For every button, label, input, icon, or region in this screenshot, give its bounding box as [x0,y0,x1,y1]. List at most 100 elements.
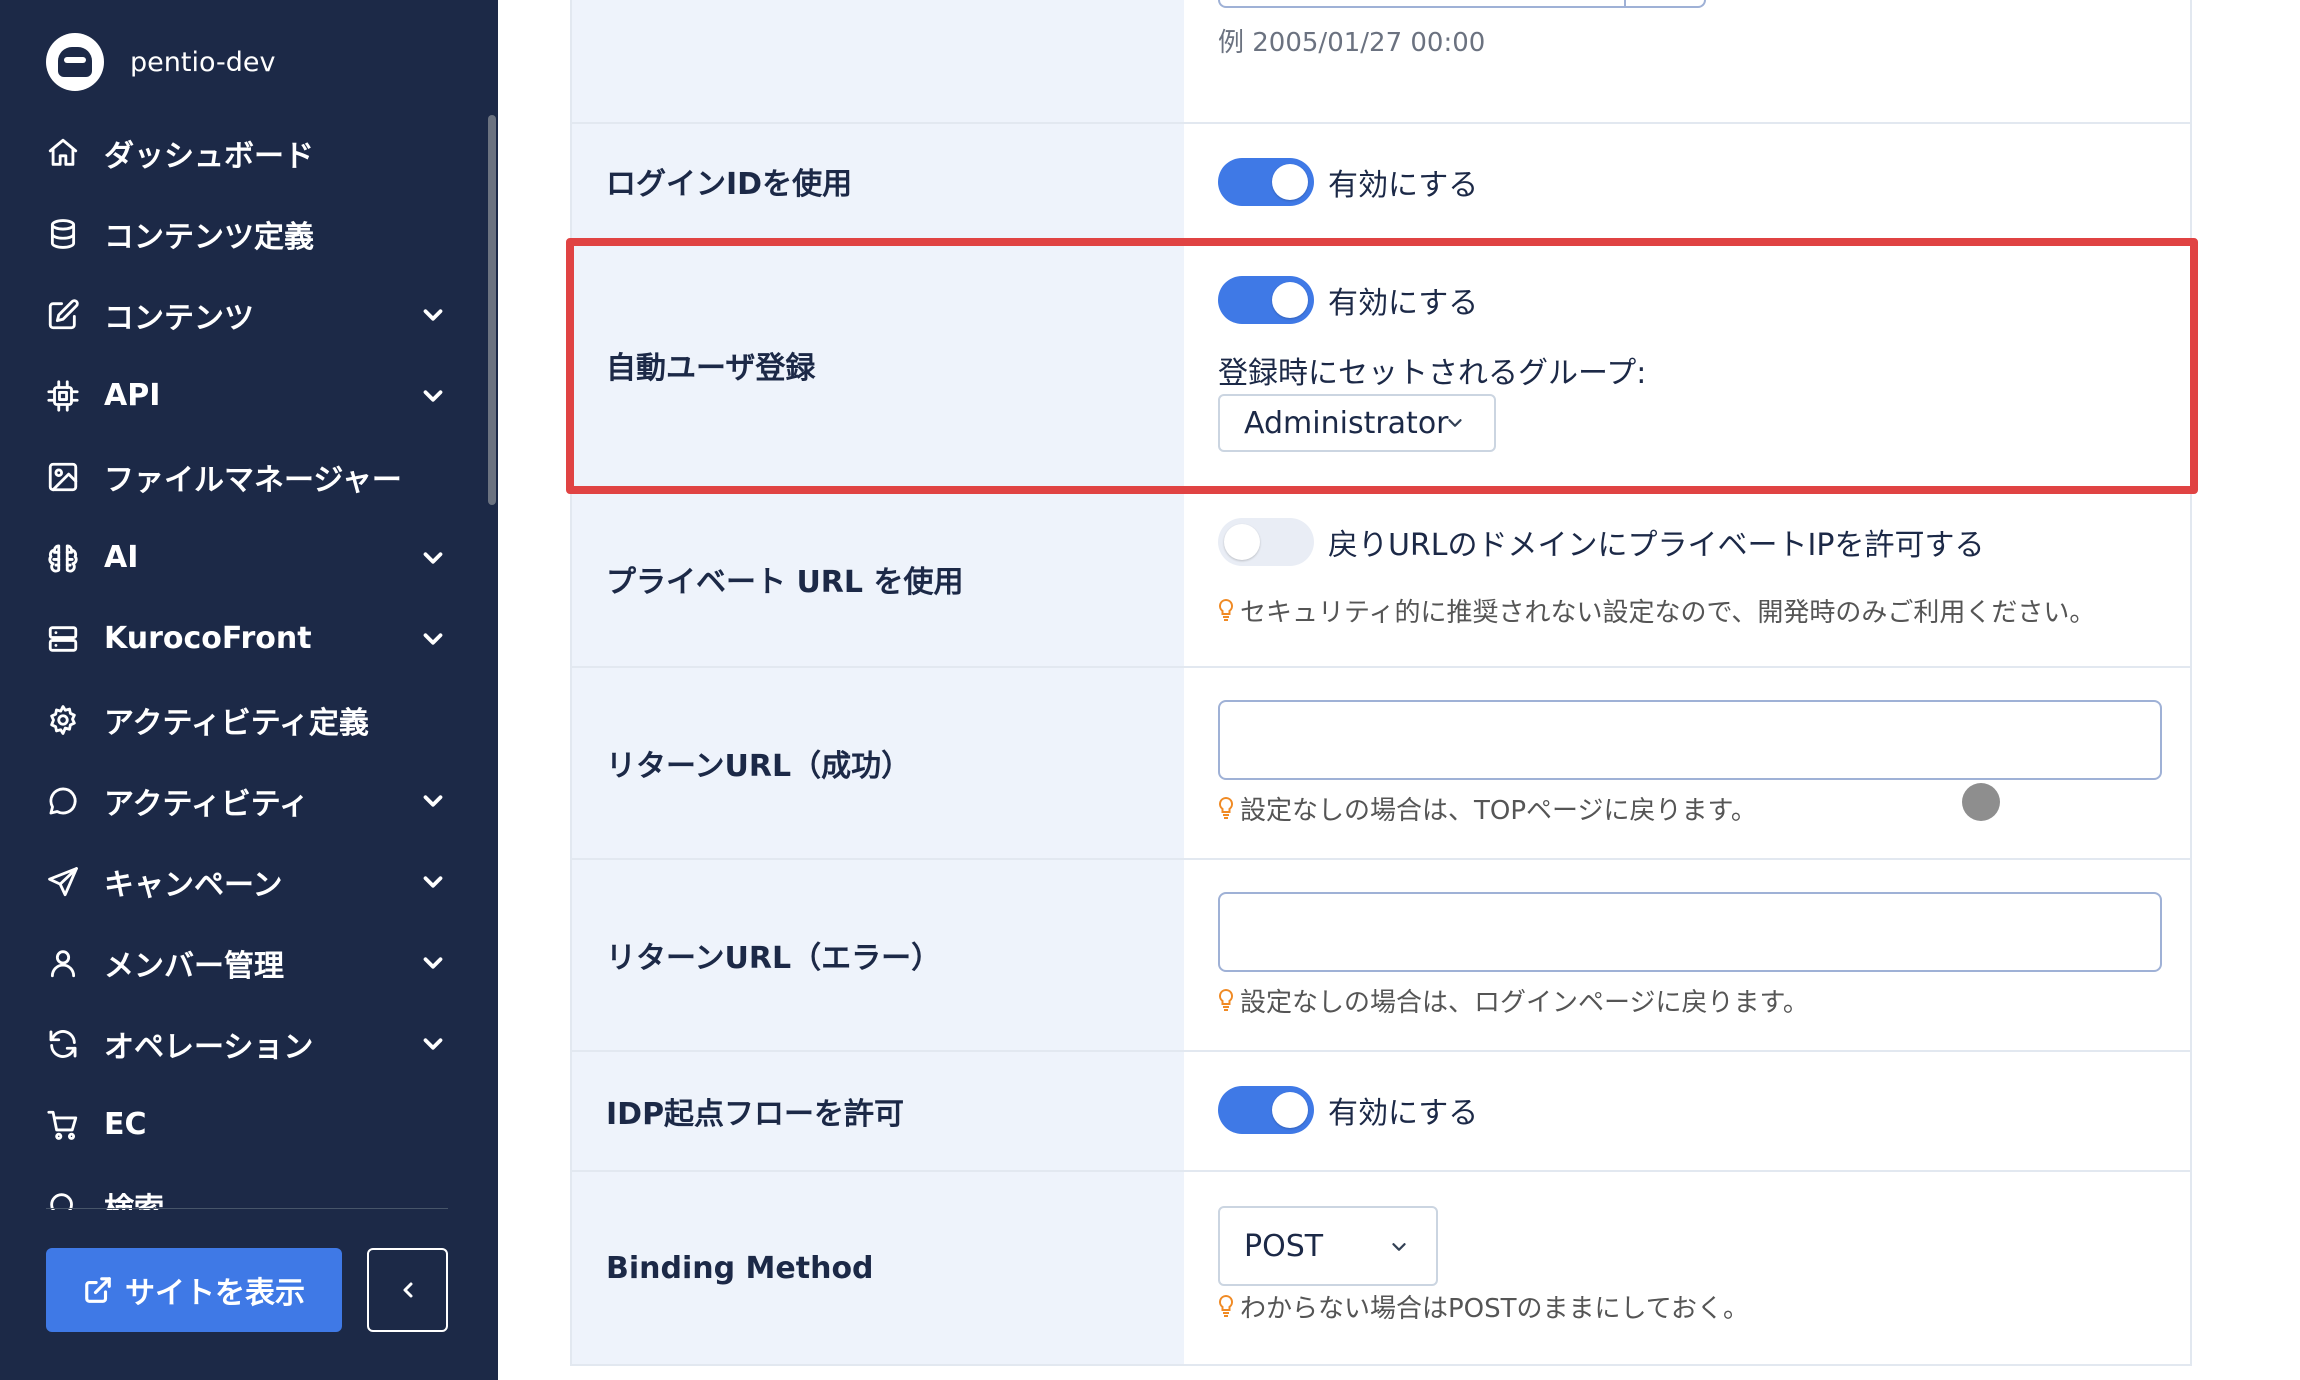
lightbulb-icon [1218,598,1234,624]
chevron-down-icon [1448,419,1462,427]
view-site-label: サイトを表示 [125,1276,305,1311]
sidebar-item-member-management[interactable]: メンバー管理 [0,922,488,1003]
sidebar-item-file-manager[interactable]: ファイルマネージャー [0,436,488,517]
ninja-logo-icon [46,33,104,91]
view-site-button[interactable]: サイトを表示 [46,1248,342,1332]
sidebar-item-label: ダッシュボード [104,138,314,174]
auto-register-value: 有効にする 登録時にセットされるグループ: Administrator [1184,240,2190,490]
binding-method-row: Binding Method POST わからない場合はPOSTのままにしておく… [572,1172,2190,1364]
chevron-down-icon[interactable] [418,867,448,897]
binding-method-select[interactable]: POST [1218,1206,1438,1286]
group-label: 登録時にセットされるグループ: [1218,356,1647,391]
sidebar-item-operation[interactable]: オペレーション [0,1003,488,1084]
group-select-value: Administrator [1244,405,1449,441]
date-format-hint: 例 2005/01/27 00:00 [1218,28,1486,58]
sidebar-item-contents[interactable]: コンテンツ [0,274,488,355]
private-url-row: プライベート URL を使用 戻りURLのドメインにプライベートIPを許可する … [572,492,2190,668]
sidebar-item-kurocofront[interactable]: KurocoFront [0,598,488,679]
date-row-value: 例 2005/01/27 00:00 [1184,0,2190,122]
private-url-toggle-text: 戻りURLのドメインにプライベートIPを許可する [1328,528,1985,563]
return-url-success-hint: 設定なしの場合は、TOPページに戻ります。 [1218,790,1757,827]
sidebar-item-search[interactable]: 検索 [0,1165,488,1210]
sidebar-item-ai[interactable]: AI [0,517,488,598]
chevron-down-icon[interactable] [418,381,448,411]
idp-flow-toggle[interactable] [1218,1086,1314,1134]
sidebar-item-api[interactable]: API [0,355,488,436]
external-link-icon [85,1277,111,1303]
idp-flow-toggle-text: 有効にする [1328,1096,1479,1131]
sidebar-item-label: コンテンツ [104,300,254,336]
edit-icon [46,298,80,332]
send-icon [46,865,80,899]
collapse-sidebar-button[interactable] [367,1248,448,1332]
sidebar-nav: ダッシュボード コンテンツ定義 コンテンツ API ファイルマネージャー AI … [0,112,488,1210]
sidebar-item-content-definition[interactable]: コンテンツ定義 [0,193,488,274]
private-url-toggle[interactable] [1218,518,1314,566]
return-url-success-row: リターンURL（成功） 設定なしの場合は、TOPページに戻ります。 [572,668,2190,860]
refresh-icon [46,1027,80,1061]
server-icon [46,622,80,656]
idp-flow-value: 有効にする [1184,1052,2190,1170]
sidebar-item-label: アクティビティ [104,786,309,822]
toggle-knob [1272,164,1308,200]
login-id-value: 有効にする [1184,124,2190,238]
chevron-down-icon[interactable] [418,300,448,330]
auto-register-row: 自動ユーザ登録 有効にする 登録時にセットされるグループ: Administra… [572,240,2190,492]
date-input[interactable] [1218,0,1706,8]
chevron-down-icon[interactable] [418,624,448,654]
sidebar-item-activity[interactable]: アクティビティ [0,760,488,841]
chevron-down-icon[interactable] [418,543,448,573]
image-icon [46,460,80,494]
toggle-knob [1272,282,1308,318]
gear-icon [46,703,80,737]
auto-register-toggle-text: 有効にする [1328,286,1479,321]
lightbulb-icon [1218,1294,1234,1320]
sidebar-item-dashboard[interactable]: ダッシュボード [0,112,488,193]
login-id-label: ログインIDを使用 [572,124,1184,238]
sidebar-item-campaign[interactable]: キャンペーン [0,841,488,922]
sidebar-item-label: メンバー管理 [104,948,284,984]
binding-method-label: Binding Method [572,1172,1184,1364]
sidebar-item-label: アクティビティ定義 [104,705,369,741]
brain-icon [46,541,80,575]
chip-icon [46,379,80,413]
project-brand[interactable]: pentio-dev [46,32,275,92]
sidebar-item-ec[interactable]: EC [0,1084,488,1165]
login-id-toggle[interactable] [1218,158,1314,206]
sidebar: pentio-dev ダッシュボード コンテンツ定義 コンテンツ API ファイ… [0,0,498,1380]
search-icon [46,1189,80,1210]
user-icon [46,946,80,980]
sidebar-divider [46,1208,448,1209]
return-url-error-label: リターンURL（エラー） [572,860,1184,1050]
return-url-error-row: リターンURL（エラー） 設定なしの場合は、ログインページに戻ります。 [572,860,2190,1052]
return-url-error-hint-text: 設定なしの場合は、ログインページに戻ります。 [1240,988,1809,1018]
date-row: 例 2005/01/27 00:00 [572,0,2190,124]
return-url-success-label: リターンURL（成功） [572,668,1184,858]
group-select[interactable]: Administrator [1218,394,1496,452]
project-name: pentio-dev [130,46,276,78]
sidebar-item-activity-definition[interactable]: アクティビティ定義 [0,679,488,760]
chevron-down-icon[interactable] [418,1029,448,1059]
login-id-toggle-text: 有効にする [1328,168,1479,203]
sidebar-scrollbar[interactable] [488,115,496,505]
chat-bubble-icon [46,784,80,818]
sidebar-item-label: キャンペーン [104,867,283,903]
return-url-success-value: 設定なしの場合は、TOPページに戻ります。 [1184,668,2190,858]
binding-method-hint-text: わからない場合はPOSTのままにしておく。 [1240,1294,1749,1324]
sidebar-item-label: AI [104,540,139,575]
private-url-value: 戻りURLのドメインにプライベートIPを許可する セキュリティ的に推奨されない設… [1184,492,2190,666]
sidebar-item-label: オペレーション [104,1029,314,1065]
chevron-down-icon [1392,1243,1406,1251]
return-url-error-input[interactable] [1218,892,2162,972]
auto-register-toggle[interactable] [1218,276,1314,324]
binding-method-hint: わからない場合はPOSTのままにしておく。 [1218,1288,1749,1325]
cart-icon [46,1108,80,1142]
date-row-label [572,0,1184,122]
sidebar-item-label: 検索 [104,1191,164,1211]
return-url-success-input[interactable] [1218,700,2162,780]
home-icon [46,136,80,170]
chevron-down-icon[interactable] [418,948,448,978]
sidebar-item-label: ファイルマネージャー [104,462,402,498]
return-url-error-hint: 設定なしの場合は、ログインページに戻ります。 [1218,982,1809,1019]
chevron-down-icon[interactable] [418,786,448,816]
